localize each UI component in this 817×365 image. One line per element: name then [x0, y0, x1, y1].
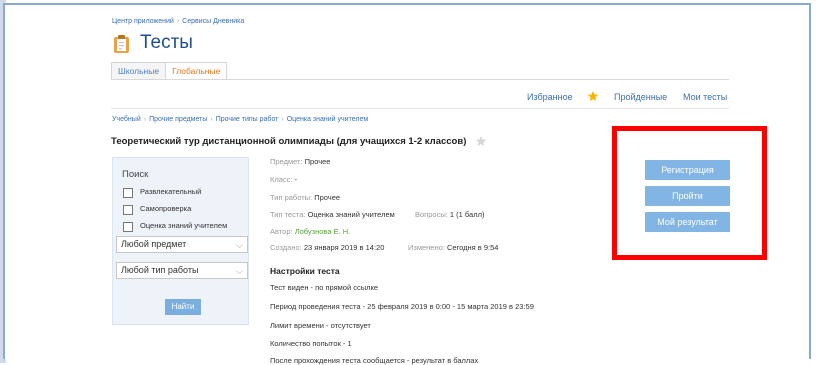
subject-select-value: Любой предмет	[121, 239, 187, 249]
breadcrumb-category: Учебный › Прочие предметы › Прочие типы рабо…	[112, 116, 368, 123]
meta-test-type-value: Оценка знаний учителем	[307, 210, 395, 219]
meta-questions-label: Вопросы:	[415, 210, 448, 219]
meta-author-label: Автор:	[270, 227, 293, 236]
tests-app-icon	[114, 35, 129, 53]
tab-bar: Школьные Глобальные	[111, 62, 228, 80]
subject-select[interactable]: Любой предмет ⌵	[116, 236, 248, 253]
tab-global[interactable]: Глобальные	[165, 62, 228, 80]
meta-class-value: -	[294, 175, 298, 184]
breadcrumb-separator: ›	[176, 18, 180, 25]
search-title: Поиск	[122, 169, 149, 180]
chevron-down-icon: ⌵	[236, 266, 243, 276]
breadcrumb-top: Центр приложений › Сервисы Дневника	[112, 18, 244, 25]
meta-author: Автор: Лобузнова Е. Н.	[270, 227, 350, 236]
meta-questions: Вопросы: 1 (1 балл)	[415, 210, 484, 219]
breadcrumb-link-other-subjects[interactable]: Прочие предметы	[149, 116, 207, 123]
breadcrumb-separator: ›	[281, 116, 284, 123]
tab-school[interactable]: Школьные	[111, 62, 167, 79]
breadcrumb-link-other-work-types[interactable]: Прочие типы работ	[216, 116, 279, 123]
meta-test-type: Тип теста: Оценка знаний учителем	[270, 210, 395, 219]
setting-attempts: Количество попыток - 1	[270, 339, 352, 348]
my-tests-link[interactable]: Мои тесты	[683, 92, 727, 102]
author-link[interactable]: Лобузнова Е. Н.	[295, 227, 351, 236]
meta-subject: Предмет: Прочее	[270, 157, 330, 166]
work-type-select[interactable]: Любой тип работы ⌵	[116, 262, 248, 279]
setting-visibility: Тест виден - по прямой ссылке	[270, 283, 379, 292]
breadcrumb-link-services[interactable]: Сервисы Дневника	[182, 18, 244, 25]
passed-tests-link[interactable]: Пройденные	[614, 92, 667, 102]
setting-result-info: После прохождения теста сообщается - рез…	[270, 356, 479, 365]
meta-modified: Изменено: Сегодня в 9:54	[408, 243, 498, 252]
meta-created: Создано: 23 января 2019 в 14:20	[270, 243, 384, 252]
favorites-star-icon[interactable]	[587, 90, 599, 102]
highlight-box	[612, 126, 767, 260]
checkbox-entertaining[interactable]	[123, 188, 133, 198]
meta-class-label: Класс:	[270, 175, 293, 184]
checkbox-teacher-assessment[interactable]	[123, 222, 133, 232]
meta-modified-value: Сегодня в 9:54	[446, 243, 499, 252]
checkbox-label-entertaining: Развлекательный	[140, 187, 202, 196]
setting-period: Период проведения теста - 25 февраля 201…	[270, 302, 534, 311]
meta-work-type-label: Тип работы:	[270, 193, 313, 202]
checkbox-label-teacher-assessment: Оценка знаний учителем	[140, 221, 228, 230]
meta-work-type: Тип работы: Прочее	[270, 193, 340, 202]
breadcrumb-separator: ›	[210, 116, 213, 123]
page-title: Тесты	[140, 32, 193, 53]
find-button[interactable]: Найти	[165, 299, 201, 315]
checkbox-self-check[interactable]	[123, 205, 133, 215]
work-type-select-value: Любой тип работы	[121, 265, 199, 275]
tab-divider	[111, 79, 729, 80]
section-divider	[111, 108, 729, 109]
meta-work-type-value: Прочее	[314, 193, 341, 202]
test-settings-title: Настройки теста	[270, 266, 340, 276]
breadcrumb-link-teacher-assessment[interactable]: Оценка знаний учителем	[287, 116, 368, 123]
meta-created-value: 23 января 2019 в 14:20	[303, 243, 385, 252]
checkbox-label-self-check: Самопроверка	[140, 204, 192, 213]
meta-modified-label: Изменено:	[408, 243, 445, 252]
chevron-down-icon: ⌵	[236, 240, 243, 250]
setting-time-limit: Лимит времени - отсутствует	[270, 321, 371, 330]
breadcrumb-link-app-center[interactable]: Центр приложений	[112, 18, 174, 25]
meta-created-label: Создано:	[270, 243, 302, 252]
meta-subject-label: Предмет:	[270, 157, 303, 166]
favorites-link[interactable]: Избранное	[527, 92, 573, 102]
meta-class: Класс: -	[270, 175, 297, 184]
meta-questions-value: 1 (1 балл)	[449, 210, 485, 219]
breadcrumb-link-educational[interactable]: Учебный	[112, 116, 141, 123]
meta-test-type-label: Тип теста:	[270, 210, 306, 219]
meta-subject-value: Прочее	[304, 157, 331, 166]
add-to-favorites-star-icon[interactable]	[475, 135, 487, 147]
test-title: Теоретический тур дистанционной олимпиад…	[111, 136, 467, 147]
breadcrumb-separator: ›	[143, 116, 147, 123]
